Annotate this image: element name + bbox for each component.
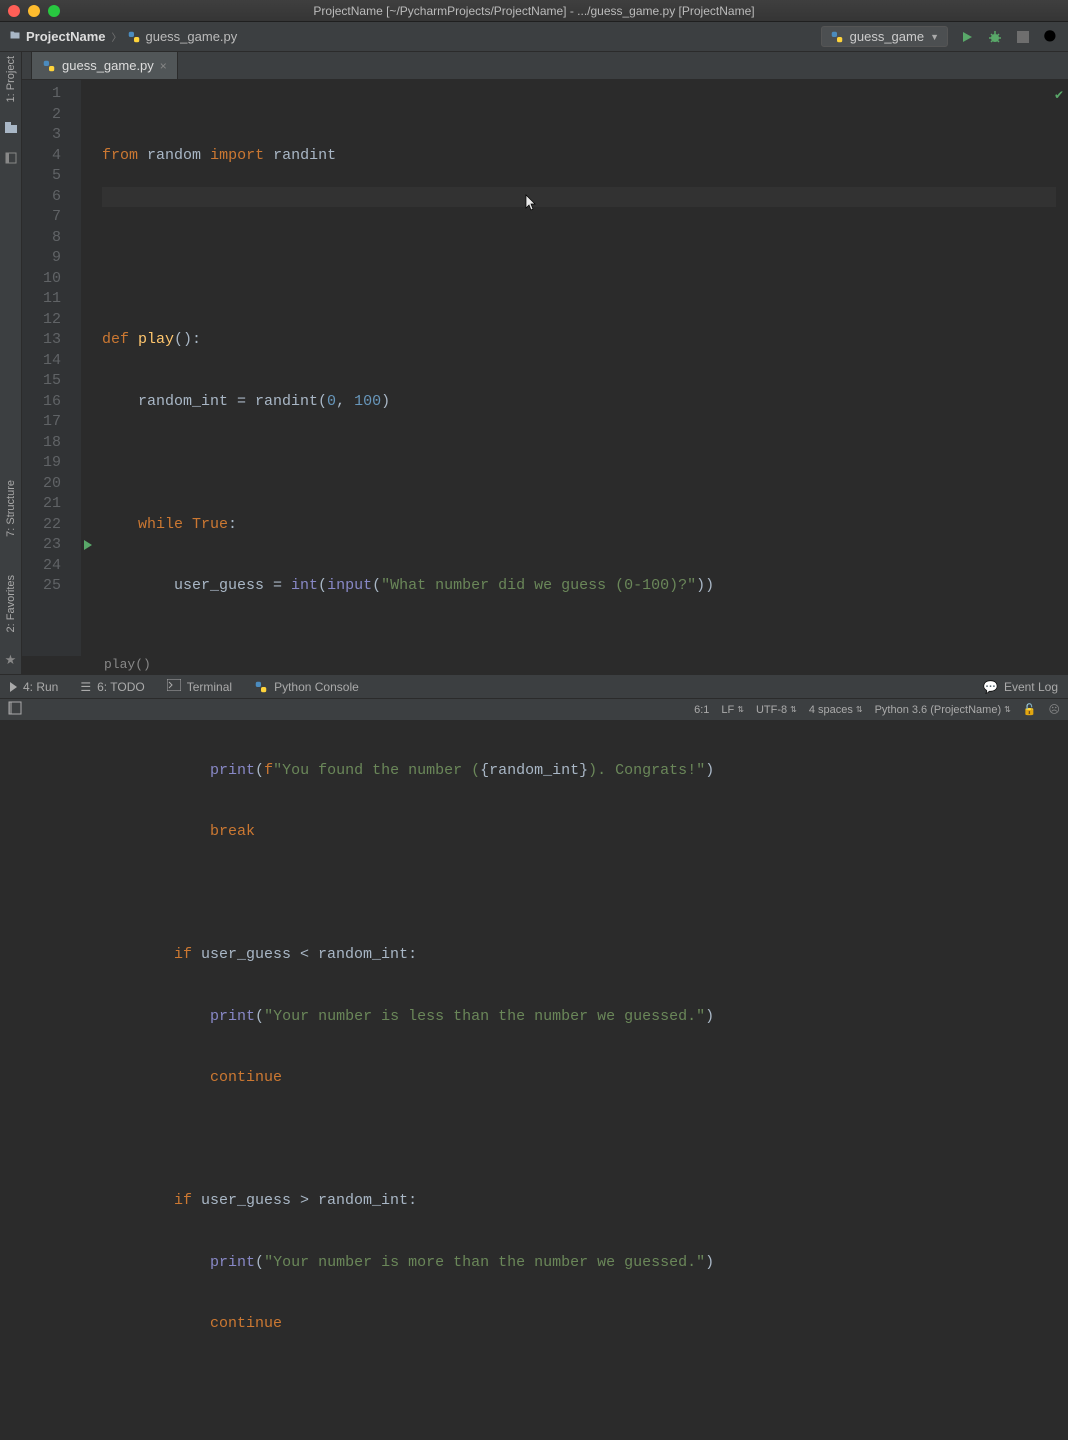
cursor-position[interactable]: 6:1 bbox=[694, 704, 709, 716]
ide-fatal-icon[interactable]: ☹ bbox=[1049, 703, 1060, 716]
window-title: ProjectName [~/PycharmProjects/ProjectNa… bbox=[0, 4, 1068, 18]
run-gutter-icon[interactable] bbox=[84, 540, 92, 550]
navigation-bar: ProjectName 〉 guess_game.py guess_game ▼ bbox=[0, 22, 1068, 52]
debug-button[interactable] bbox=[986, 28, 1004, 46]
tool-tab-todo[interactable]: ☰6: TODO bbox=[80, 680, 144, 694]
breadcrumb-project-label: ProjectName bbox=[26, 29, 105, 44]
python-file-icon bbox=[127, 30, 141, 44]
updown-icon: ⇅ bbox=[790, 705, 797, 714]
tool-tab-project[interactable]: 1: Project bbox=[5, 56, 17, 102]
current-line-highlight bbox=[102, 187, 1056, 208]
close-tab-icon[interactable]: × bbox=[160, 59, 167, 73]
breadcrumb: ProjectName 〉 guess_game.py bbox=[8, 29, 237, 44]
stop-button bbox=[1014, 28, 1032, 46]
left-tool-stripe: 1: Project 7: Structure 2: Favorites ★ bbox=[0, 52, 22, 674]
status-bar: 6:1 LF ⇅ UTF-8 ⇅ 4 spaces ⇅ Python 3.6 (… bbox=[0, 698, 1068, 720]
chevron-right-icon: 〉 bbox=[111, 29, 121, 44]
python-file-icon bbox=[830, 30, 844, 44]
run-configuration-label: guess_game bbox=[850, 29, 924, 44]
code-area[interactable]: from random import randint def play(): r… bbox=[102, 84, 1056, 656]
python-interpreter[interactable]: Python 3.6 (ProjectName) ⇅ bbox=[875, 704, 1011, 716]
tool-tab-structure[interactable]: 7: Structure bbox=[5, 480, 17, 537]
tool-tab-run[interactable]: 4: Run bbox=[10, 680, 58, 694]
event-log-icon: 💬 bbox=[983, 680, 998, 694]
play-icon bbox=[10, 682, 17, 692]
tool-windows-toggle-icon[interactable] bbox=[8, 701, 22, 718]
line-separator[interactable]: LF ⇅ bbox=[721, 704, 744, 716]
line-number-gutter: 1234567891011121314151617181920212223242… bbox=[22, 80, 82, 656]
updown-icon: ⇅ bbox=[1004, 705, 1011, 714]
updown-icon: ⇅ bbox=[856, 705, 863, 714]
folder-icon bbox=[8, 29, 22, 44]
bottom-tool-stripe: 4: Run ☰6: TODO Terminal Python Console … bbox=[0, 674, 1068, 698]
tool-tab-python-console[interactable]: Python Console bbox=[254, 680, 359, 694]
search-everywhere-button[interactable] bbox=[1042, 28, 1060, 46]
breadcrumb-project[interactable]: ProjectName bbox=[8, 29, 105, 44]
breadcrumb-file[interactable]: guess_game.py bbox=[127, 29, 237, 44]
lock-icon[interactable]: 🔓 bbox=[1023, 703, 1037, 716]
editor-tab-guess-game[interactable]: guess_game.py × bbox=[32, 52, 178, 79]
breadcrumb-file-label: guess_game.py bbox=[145, 29, 237, 44]
close-window-icon[interactable] bbox=[8, 5, 20, 17]
todo-icon: ☰ bbox=[80, 680, 91, 694]
chevron-down-icon: ▼ bbox=[930, 32, 939, 42]
project-icon[interactable] bbox=[4, 120, 18, 137]
code-editor[interactable]: ✔ 12345678910111213141516171819202122232… bbox=[22, 80, 1068, 674]
python-icon bbox=[254, 680, 268, 694]
editor-tab-label: guess_game.py bbox=[62, 58, 154, 73]
tool-tab-terminal[interactable]: Terminal bbox=[167, 679, 232, 694]
terminal-icon bbox=[167, 679, 181, 694]
run-configuration-selector[interactable]: guess_game ▼ bbox=[821, 26, 948, 47]
gutter-icon-strip bbox=[82, 84, 102, 656]
window-controls bbox=[8, 5, 60, 17]
indent-settings[interactable]: 4 spaces ⇅ bbox=[809, 704, 863, 716]
updown-icon: ⇅ bbox=[737, 705, 744, 714]
stop-icon bbox=[1017, 31, 1029, 43]
macos-titlebar: ProjectName [~/PycharmProjects/ProjectNa… bbox=[0, 0, 1068, 22]
zoom-window-icon[interactable] bbox=[48, 5, 60, 17]
editor-tabs: guess_game.py × bbox=[22, 52, 1068, 80]
hide-icon[interactable] bbox=[4, 151, 18, 168]
tool-tab-favorites[interactable]: 2: Favorites bbox=[5, 575, 17, 632]
star-icon: ★ bbox=[5, 652, 17, 668]
file-encoding[interactable]: UTF-8 ⇅ bbox=[756, 704, 797, 716]
minimize-window-icon[interactable] bbox=[28, 5, 40, 17]
editor-breadcrumb[interactable]: play() bbox=[102, 656, 1068, 674]
tool-tab-event-log[interactable]: 💬Event Log bbox=[983, 680, 1058, 694]
run-button[interactable] bbox=[958, 28, 976, 46]
python-file-icon bbox=[42, 59, 56, 73]
